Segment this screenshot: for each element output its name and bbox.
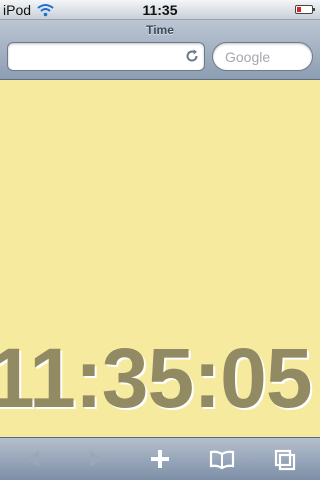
web-content: 11:35:05 — [0, 80, 320, 437]
forward-arrow-icon — [90, 451, 103, 467]
battery-level — [297, 7, 301, 12]
add-bookmark-button[interactable] — [147, 447, 173, 471]
bottom-toolbar — [0, 437, 320, 480]
clock-display: 11:35:05 — [0, 331, 313, 425]
search-placeholder: Google — [225, 49, 271, 65]
bookmarks-button[interactable] — [209, 447, 235, 471]
add-plus-icon — [151, 450, 169, 468]
forward-button[interactable] — [83, 447, 109, 471]
pages-button[interactable] — [272, 447, 298, 471]
status-bar: iPod 11:35 — [0, 0, 320, 20]
reload-icon[interactable] — [184, 48, 200, 64]
page-title: Time — [146, 23, 174, 37]
url-field[interactable] — [7, 42, 205, 71]
bookmarks-book-icon — [209, 450, 235, 470]
battery-icon — [295, 5, 315, 14]
status-time: 11:35 — [142, 2, 178, 18]
search-field[interactable]: Google — [212, 42, 313, 71]
back-arrow-icon — [26, 451, 39, 467]
navigation-bar: Time Google — [0, 20, 320, 80]
back-button[interactable] — [20, 447, 46, 471]
pages-icon — [274, 449, 296, 471]
